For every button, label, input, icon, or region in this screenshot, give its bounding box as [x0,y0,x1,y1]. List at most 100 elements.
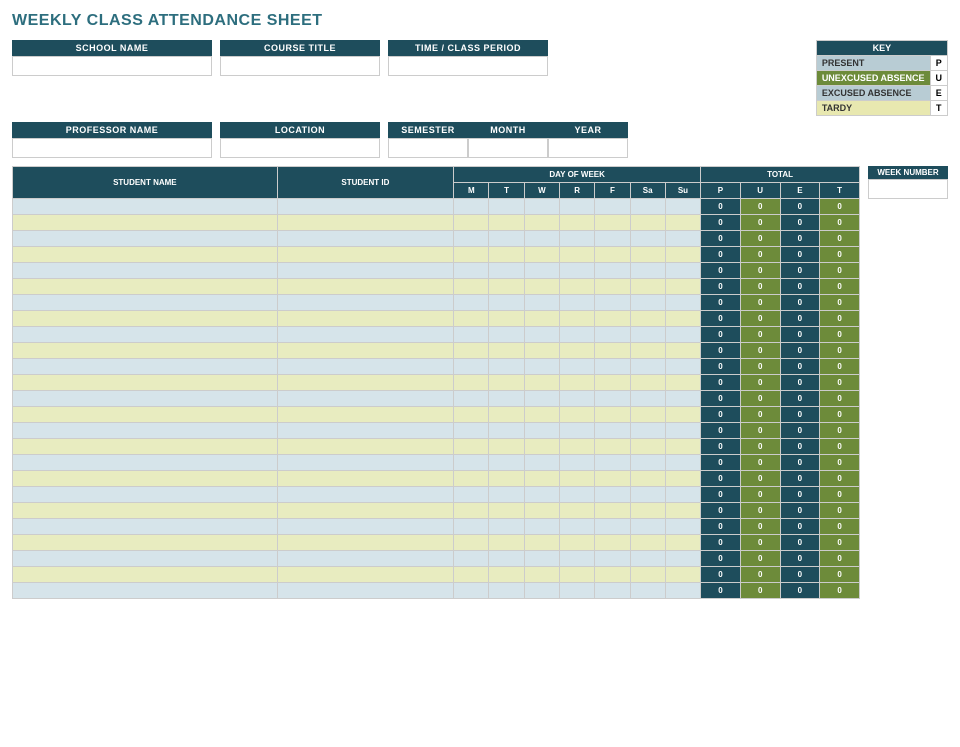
day-cell-f[interactable] [595,407,630,423]
day-cell-f[interactable] [595,231,630,247]
day-cell-sa[interactable] [630,583,665,599]
day-cell-su[interactable] [665,231,700,247]
day-cell-f[interactable] [595,439,630,455]
day-cell-sa[interactable] [630,471,665,487]
day-cell-w[interactable] [524,247,559,263]
day-cell-sa[interactable] [630,535,665,551]
day-cell-r[interactable] [559,375,594,391]
day-cell-su[interactable] [665,551,700,567]
day-cell-sa[interactable] [630,455,665,471]
day-cell-m[interactable] [454,567,489,583]
day-cell-f[interactable] [595,327,630,343]
day-cell-su[interactable] [665,199,700,215]
day-cell-t[interactable] [489,519,524,535]
day-cell-sa[interactable] [630,311,665,327]
day-cell-sa[interactable] [630,359,665,375]
day-cell-r[interactable] [559,439,594,455]
student-id-cell[interactable] [277,263,453,279]
day-cell-f[interactable] [595,199,630,215]
day-cell-m[interactable] [454,519,489,535]
student-id-cell[interactable] [277,455,453,471]
day-cell-w[interactable] [524,359,559,375]
student-name-cell[interactable] [13,199,278,215]
day-cell-r[interactable] [559,343,594,359]
day-cell-t[interactable] [489,487,524,503]
day-cell-m[interactable] [454,359,489,375]
day-cell-r[interactable] [559,423,594,439]
day-cell-f[interactable] [595,375,630,391]
day-cell-sa[interactable] [630,263,665,279]
student-name-cell[interactable] [13,375,278,391]
day-cell-su[interactable] [665,343,700,359]
day-cell-sa[interactable] [630,439,665,455]
student-id-cell[interactable] [277,311,453,327]
time-class-input[interactable] [388,56,548,76]
day-cell-m[interactable] [454,487,489,503]
student-name-cell[interactable] [13,279,278,295]
day-cell-r[interactable] [559,391,594,407]
day-cell-su[interactable] [665,311,700,327]
student-id-cell[interactable] [277,247,453,263]
student-name-cell[interactable] [13,471,278,487]
day-cell-t[interactable] [489,471,524,487]
day-cell-r[interactable] [559,455,594,471]
day-cell-f[interactable] [595,535,630,551]
day-cell-t[interactable] [489,375,524,391]
student-id-cell[interactable] [277,487,453,503]
student-id-cell[interactable] [277,215,453,231]
day-cell-w[interactable] [524,535,559,551]
day-cell-w[interactable] [524,503,559,519]
day-cell-r[interactable] [559,295,594,311]
day-cell-r[interactable] [559,551,594,567]
day-cell-f[interactable] [595,487,630,503]
day-cell-f[interactable] [595,295,630,311]
day-cell-f[interactable] [595,503,630,519]
day-cell-su[interactable] [665,503,700,519]
day-cell-t[interactable] [489,295,524,311]
day-cell-su[interactable] [665,215,700,231]
day-cell-m[interactable] [454,439,489,455]
day-cell-su[interactable] [665,535,700,551]
student-name-cell[interactable] [13,503,278,519]
student-name-cell[interactable] [13,535,278,551]
day-cell-su[interactable] [665,455,700,471]
day-cell-t[interactable] [489,439,524,455]
day-cell-w[interactable] [524,471,559,487]
day-cell-su[interactable] [665,263,700,279]
day-cell-m[interactable] [454,263,489,279]
day-cell-r[interactable] [559,215,594,231]
day-cell-su[interactable] [665,471,700,487]
day-cell-m[interactable] [454,423,489,439]
day-cell-t[interactable] [489,263,524,279]
day-cell-su[interactable] [665,359,700,375]
student-name-cell[interactable] [13,423,278,439]
school-name-input[interactable] [12,56,212,76]
day-cell-w[interactable] [524,487,559,503]
day-cell-m[interactable] [454,199,489,215]
day-cell-t[interactable] [489,551,524,567]
day-cell-m[interactable] [454,391,489,407]
day-cell-sa[interactable] [630,199,665,215]
student-id-cell[interactable] [277,407,453,423]
day-cell-w[interactable] [524,423,559,439]
day-cell-sa[interactable] [630,343,665,359]
professor-input[interactable] [12,138,212,158]
day-cell-r[interactable] [559,199,594,215]
day-cell-su[interactable] [665,407,700,423]
day-cell-r[interactable] [559,231,594,247]
day-cell-f[interactable] [595,263,630,279]
day-cell-su[interactable] [665,567,700,583]
student-id-cell[interactable] [277,327,453,343]
day-cell-f[interactable] [595,343,630,359]
day-cell-w[interactable] [524,343,559,359]
day-cell-r[interactable] [559,503,594,519]
student-name-cell[interactable] [13,407,278,423]
day-cell-f[interactable] [595,567,630,583]
student-name-cell[interactable] [13,359,278,375]
student-name-cell[interactable] [13,391,278,407]
day-cell-w[interactable] [524,439,559,455]
day-cell-m[interactable] [454,551,489,567]
day-cell-sa[interactable] [630,247,665,263]
day-cell-w[interactable] [524,567,559,583]
student-id-cell[interactable] [277,279,453,295]
